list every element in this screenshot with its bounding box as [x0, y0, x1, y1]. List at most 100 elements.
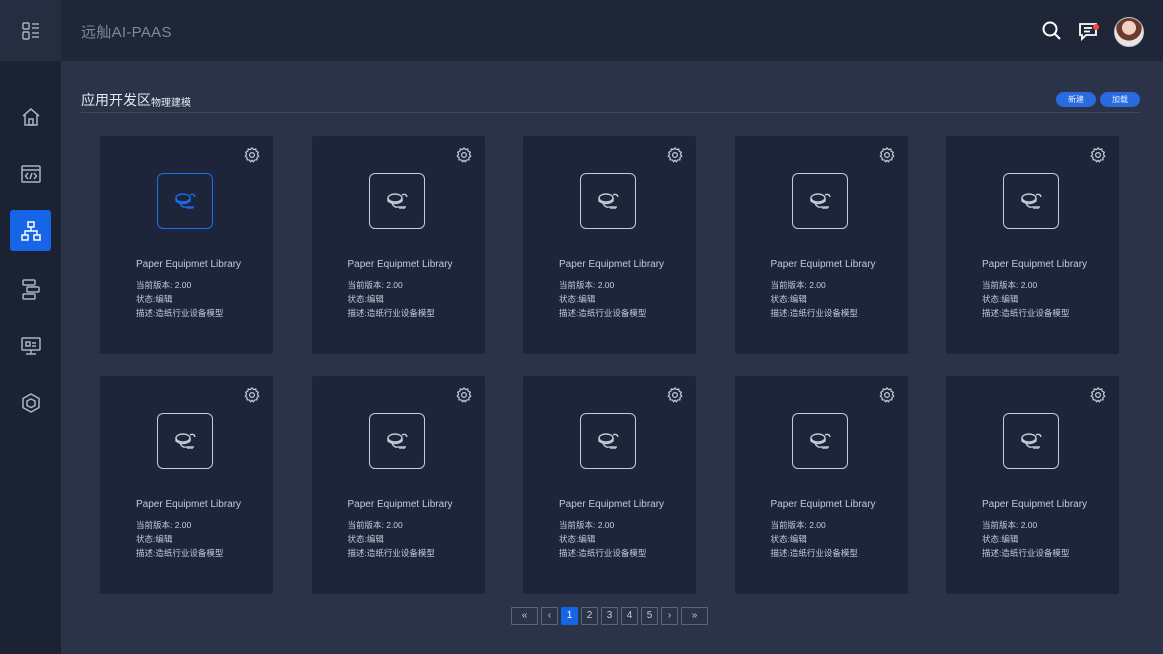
- page-3-button[interactable]: 3: [601, 607, 618, 625]
- sidebar: [0, 0, 61, 654]
- settings-gear-icon[interactable]: [878, 146, 896, 164]
- library-card[interactable]: Paper Equipmet Library 当前版本: 2.00 状态:编辑描述:…: [946, 376, 1119, 594]
- library-card[interactable]: Paper Equipmet Library 当前版本: 2.00 状态:编辑描述:…: [100, 376, 273, 594]
- library-card[interactable]: Paper Equipmet Library 当前版本: 2.00 状态:编辑 描述:…: [523, 376, 696, 594]
- card-version: 当前版本: 2.00: [136, 520, 192, 530]
- page-subtitle: 物理建模: [151, 98, 191, 109]
- equipment-icon: [791, 413, 848, 469]
- equipment-icon: [580, 413, 636, 469]
- card-status: 状态:编辑: [136, 294, 173, 304]
- top-bar: 远舢AI-PAAS: [61, 0, 1163, 61]
- card-version: 当前版本: 2.00: [136, 280, 192, 290]
- equipment-icon: [368, 413, 425, 469]
- first-page-button[interactable]: «: [511, 607, 538, 625]
- settings-gear-icon[interactable]: [455, 386, 473, 404]
- cube-icon: [21, 392, 40, 413]
- page-5-button[interactable]: 5: [641, 607, 658, 625]
- new-button[interactable]: 新建: [1056, 92, 1096, 107]
- settings-gear-icon[interactable]: [666, 386, 684, 404]
- code-icon: [20, 164, 41, 183]
- menu-grid-icon: [21, 21, 39, 40]
- page-2-button[interactable]: 2: [581, 607, 598, 625]
- menu-toggle-button[interactable]: [0, 0, 61, 61]
- card-title: Paper Equipmet Library: [982, 259, 1088, 270]
- next-page-button[interactable]: ›: [661, 607, 678, 625]
- library-card[interactable]: Paper Equipmet Library 当前版本: 2.00 状态:编辑 描述:…: [311, 136, 485, 354]
- card-title: Paper Equipmet Library: [770, 259, 876, 270]
- card-title: Paper Equipmet Library: [559, 499, 665, 510]
- hierarchy-icon: [20, 220, 41, 241]
- sidebar-item-modeling[interactable]: [10, 210, 51, 251]
- equipment-icon: [1003, 173, 1059, 229]
- card-description: 描述:造纸行业设备模型: [347, 548, 435, 558]
- settings-gear-icon[interactable]: [878, 386, 896, 404]
- card-description: 描述:造纸行业设备模型: [770, 308, 858, 318]
- card-status: 状态:编辑: [770, 534, 807, 544]
- sidebar-item-monitor[interactable]: [10, 325, 51, 366]
- sidebar-item-code[interactable]: [10, 153, 51, 194]
- settings-gear-icon[interactable]: [1089, 146, 1107, 164]
- card-description: 描述:造纸行业设备模型: [982, 308, 1070, 318]
- card-description: 描述:造纸行业设备模型: [982, 548, 1070, 558]
- notification-badge: [1093, 24, 1099, 30]
- card-version: 当前版本: 2.00: [347, 520, 403, 530]
- card-version: 当前版本: 2.00: [347, 280, 403, 290]
- equipment-icon: [368, 173, 425, 229]
- card-description: 描述:造纸行业设备模型: [559, 548, 647, 558]
- card-version: 当前版本: 2.00: [982, 280, 1038, 290]
- card-description: 描述:造纸行业设备模型: [136, 308, 224, 318]
- last-page-button[interactable]: »: [681, 607, 708, 625]
- settings-gear-icon[interactable]: [455, 146, 473, 164]
- equipment-icon: [580, 173, 636, 229]
- card-version: 当前版本: 2.00: [559, 520, 615, 530]
- equipment-icon: [1003, 413, 1059, 469]
- settings-gear-icon[interactable]: [666, 146, 684, 164]
- settings-gear-icon[interactable]: [243, 386, 261, 404]
- equipment-icon: [157, 173, 213, 229]
- card-description: 描述:造纸行业设备模型: [770, 548, 858, 558]
- monitor-icon: [20, 336, 41, 355]
- home-icon: [22, 107, 39, 126]
- avatar[interactable]: [1114, 17, 1144, 47]
- card-status: 状态:编辑: [770, 294, 807, 304]
- library-card[interactable]: Paper Equipmet Library 当前版本: 2.00 状态:编辑描述:…: [734, 136, 908, 354]
- card-title: Paper Equipmet Library: [982, 499, 1088, 510]
- card-status: 状态:编辑: [347, 534, 384, 544]
- prev-page-button[interactable]: ‹: [541, 607, 558, 625]
- card-status: 状态:编辑: [982, 534, 1019, 544]
- settings-gear-icon[interactable]: [243, 146, 261, 164]
- app-title: 远舢AI-PAAS: [81, 24, 172, 41]
- workflow-icon: [21, 278, 40, 300]
- settings-gear-icon[interactable]: [1089, 386, 1107, 404]
- card-title: Paper Equipmet Library: [136, 499, 242, 510]
- library-card[interactable]: Paper Equipmet Library 当前版本: 2.00 状态:编辑描述:…: [100, 136, 273, 354]
- card-title: Paper Equipmet Library: [347, 499, 453, 510]
- card-title: Paper Equipmet Library: [770, 499, 876, 510]
- section-header: 应用开发区 物理建模 新建 加载: [81, 88, 1140, 113]
- card-status: 状态:编辑: [136, 534, 173, 544]
- search-icon[interactable]: [1040, 19, 1064, 43]
- page-1-button[interactable]: 1: [561, 607, 578, 625]
- equipment-icon: [791, 173, 848, 229]
- card-status: 状态:编辑: [982, 294, 1019, 304]
- library-card[interactable]: Paper Equipmet Library 当前版本: 2.00 状态:编辑描述:…: [311, 376, 485, 594]
- load-button[interactable]: 加载: [1100, 92, 1140, 107]
- sidebar-item-home[interactable]: [10, 96, 51, 137]
- card-description: 描述:造纸行业设备模型: [559, 308, 647, 318]
- card-version: 当前版本: 2.00: [982, 520, 1038, 530]
- card-description: 描述:造纸行业设备模型: [136, 548, 224, 558]
- card-title: Paper Equipmet Library: [136, 259, 242, 270]
- sidebar-item-package[interactable]: [10, 382, 51, 423]
- sidebar-item-workflow[interactable]: [10, 268, 51, 309]
- card-status: 状态:编辑: [347, 294, 384, 304]
- page-4-button[interactable]: 4: [621, 607, 638, 625]
- message-icon[interactable]: [1076, 19, 1100, 43]
- card-version: 当前版本: 2.00: [770, 280, 826, 290]
- library-card[interactable]: Paper Equipmet Library 当前版本: 2.00 状态:编辑描述:…: [946, 136, 1119, 354]
- page-title: 应用开发区: [81, 92, 151, 108]
- card-version: 当前版本: 2.00: [559, 280, 615, 290]
- library-card[interactable]: Paper Equipmet Library 当前版本: 2.00 状态:编辑 描述:…: [734, 376, 908, 594]
- library-card[interactable]: Paper Equipmet Library 当前版本: 2.00 状态:编辑 描述:…: [523, 136, 696, 354]
- card-title: Paper Equipmet Library: [559, 259, 665, 270]
- pagination: « ‹ 1 2 3 4 5 › »: [511, 607, 708, 625]
